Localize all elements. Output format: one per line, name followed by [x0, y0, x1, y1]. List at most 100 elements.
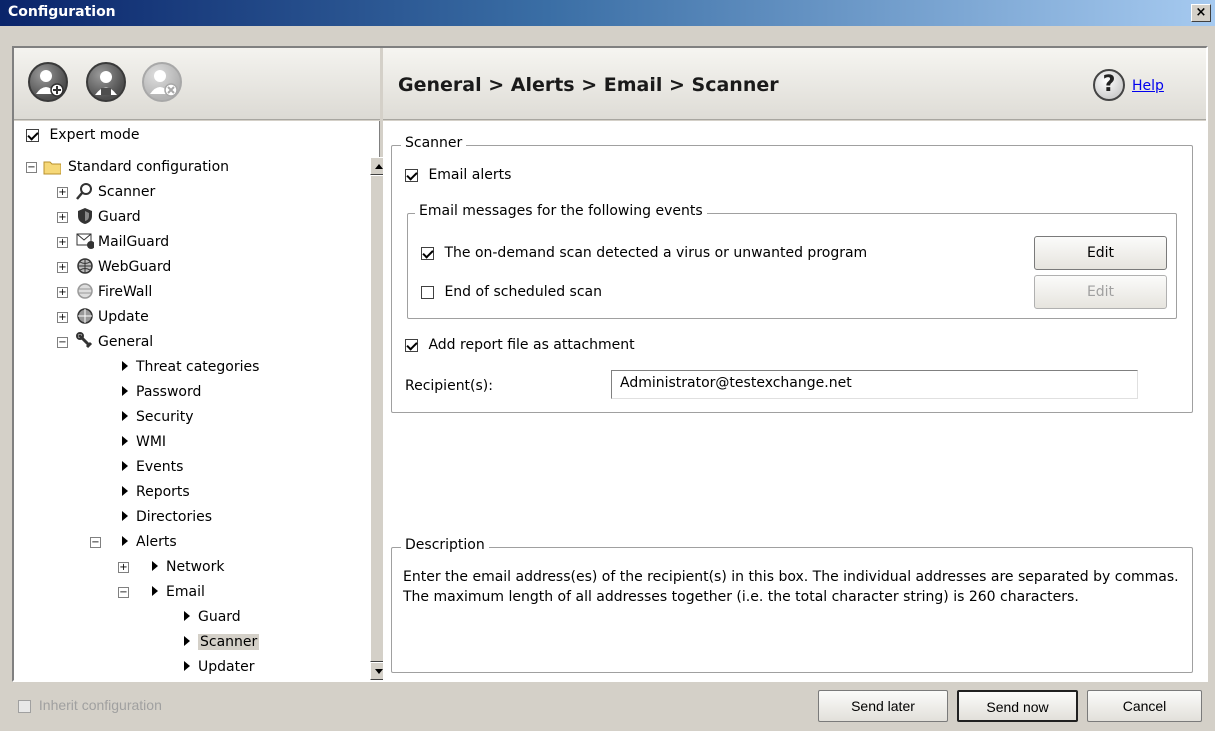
- tree-item-standard-configuration[interactable]: Standard configuration: [68, 157, 229, 177]
- tree-item-update[interactable]: Update: [98, 307, 149, 327]
- arrow-up-icon: [375, 164, 383, 169]
- magnifier-icon: [76, 183, 92, 200]
- arrow-right-icon: [122, 361, 128, 371]
- arrow-right-icon: [184, 611, 190, 621]
- inherit-configuration-checkbox: Inherit configuration: [18, 697, 162, 713]
- config-tree-panel: Expert mode − Standard configuration + S…: [14, 121, 388, 680]
- help-icon[interactable]: ?: [1093, 69, 1125, 101]
- attach-report-checkbox[interactable]: Add report file as attachment: [405, 337, 635, 353]
- email-alerts-checkbox[interactable]: Email alerts: [405, 167, 511, 183]
- arrow-right-icon: [184, 661, 190, 671]
- arrow-right-icon: [122, 486, 128, 496]
- tree-item-email-updater[interactable]: Updater: [184, 657, 254, 677]
- tree-item-firewall[interactable]: FireWall: [98, 282, 152, 302]
- tree-item-wmi[interactable]: WMI: [122, 432, 166, 452]
- tree-item-mailguard[interactable]: MailGuard: [98, 232, 169, 252]
- tree-item-email-scanner[interactable]: Scanner: [184, 632, 260, 652]
- expert-mode-checkbox[interactable]: Expert mode: [26, 127, 139, 143]
- description-group: [391, 547, 1193, 673]
- tree-item-label: Threat categories: [136, 359, 260, 375]
- cancel-button[interactable]: Cancel: [1087, 690, 1202, 722]
- breadcrumb: General > Alerts > Email > Scanner: [398, 74, 779, 96]
- expert-mode-check[interactable]: [26, 128, 39, 142]
- collapse-root-toggle[interactable]: −: [26, 162, 37, 173]
- event-ondemand-checkbox[interactable]: The on-demand scan detected a virus or u…: [421, 245, 867, 261]
- expand-guard-toggle[interactable]: +: [57, 212, 68, 223]
- firewall-icon: [77, 283, 93, 299]
- update-globe-icon: [77, 308, 93, 324]
- event-ondemand-check[interactable]: [421, 246, 434, 260]
- edit-scheduled-button: Edit: [1034, 275, 1167, 309]
- tree-item-label: Reports: [136, 484, 190, 500]
- arrow-right-icon: [122, 511, 128, 521]
- arrow-right-icon: [152, 586, 158, 596]
- tree-item-scanner[interactable]: Scanner: [98, 182, 155, 202]
- tree-item-network[interactable]: Network: [152, 557, 224, 577]
- tree-item-password[interactable]: Password: [122, 382, 201, 402]
- help-link[interactable]: Help: [1132, 78, 1164, 94]
- expand-scanner-toggle[interactable]: +: [57, 187, 68, 198]
- collapse-alerts-toggle[interactable]: −: [90, 537, 101, 548]
- arrow-right-icon: [122, 436, 128, 446]
- tree-item-general[interactable]: General: [98, 332, 153, 352]
- title-bar: Configuration ×: [0, 0, 1215, 26]
- tree-item-label: Alerts: [136, 534, 177, 550]
- arrow-right-icon: [122, 411, 128, 421]
- folder-icon: [43, 161, 61, 175]
- globe-icon: [77, 258, 93, 274]
- expand-webguard-toggle[interactable]: +: [57, 262, 68, 273]
- arrow-right-icon: [122, 386, 128, 396]
- events-group-legend: Email messages for the following events: [415, 203, 707, 219]
- expand-firewall-toggle[interactable]: +: [57, 287, 68, 298]
- description-text: Enter the email address(es) of the recip…: [403, 569, 1179, 605]
- tree-item-alerts[interactable]: Alerts: [122, 532, 177, 552]
- email-alerts-check[interactable]: [405, 168, 418, 182]
- send-later-button[interactable]: Send later: [818, 690, 948, 722]
- tree-item-label: Security: [136, 409, 194, 425]
- tree-item-label: Password: [136, 384, 202, 400]
- edit-ondemand-button[interactable]: Edit: [1034, 236, 1167, 270]
- arrow-down-icon: [375, 669, 383, 674]
- arrow-right-icon: [122, 536, 128, 546]
- event-scheduled-checkbox[interactable]: End of scheduled scan: [421, 284, 602, 300]
- event-scheduled-check[interactable]: [421, 285, 434, 299]
- arrow-right-icon: [184, 636, 190, 646]
- send-now-button[interactable]: Send now: [957, 690, 1078, 722]
- recipient-label: Recipient(s):: [405, 378, 493, 394]
- wrench-icon: [76, 332, 93, 349]
- tree-item-threat-categories[interactable]: Threat categories: [122, 357, 259, 377]
- close-button[interactable]: ×: [1191, 4, 1211, 22]
- description-legend: Description: [401, 537, 489, 553]
- settings-panel: Scanner Email alerts Email messages for …: [383, 121, 1206, 680]
- expert-mode-label: Expert mode: [49, 127, 140, 143]
- tree-item-webguard[interactable]: WebGuard: [98, 257, 171, 277]
- recipient-input[interactable]: Administrator@testexchange.net: [611, 370, 1138, 399]
- mail-icon: [76, 233, 94, 249]
- expand-network-toggle[interactable]: +: [118, 562, 129, 573]
- tree-item-guard[interactable]: Guard: [98, 207, 141, 227]
- tree-item-email[interactable]: Email: [152, 582, 205, 602]
- profile-toolbar: [14, 48, 380, 120]
- tree-item-events[interactable]: Events: [122, 457, 183, 477]
- expand-update-toggle[interactable]: +: [57, 312, 68, 323]
- add-profile-icon[interactable]: [28, 62, 68, 102]
- profile-icon[interactable]: [86, 62, 126, 102]
- arrow-right-icon: [152, 561, 158, 571]
- tree-item-label: Email: [166, 584, 205, 600]
- tree-item-security[interactable]: Security: [122, 407, 194, 427]
- tree-item-reports[interactable]: Reports: [122, 482, 190, 502]
- expand-mailguard-toggle[interactable]: +: [57, 237, 68, 248]
- delete-profile-icon: [142, 62, 182, 102]
- event-ondemand-label: The on-demand scan detected a virus or u…: [444, 245, 868, 261]
- shield-icon: [78, 208, 92, 224]
- attach-report-check[interactable]: [405, 338, 418, 352]
- email-alerts-label: Email alerts: [428, 167, 512, 183]
- inherit-configuration-label: Inherit configuration: [38, 697, 162, 713]
- collapse-email-toggle[interactable]: −: [118, 587, 129, 598]
- tree-item-label: Updater: [198, 659, 255, 675]
- tree-item-directories[interactable]: Directories: [122, 507, 212, 527]
- tree-item-email-guard[interactable]: Guard: [184, 607, 241, 627]
- tree-item-label: Events: [136, 459, 184, 475]
- window-title: Configuration: [8, 4, 116, 20]
- collapse-general-toggle[interactable]: −: [57, 337, 68, 348]
